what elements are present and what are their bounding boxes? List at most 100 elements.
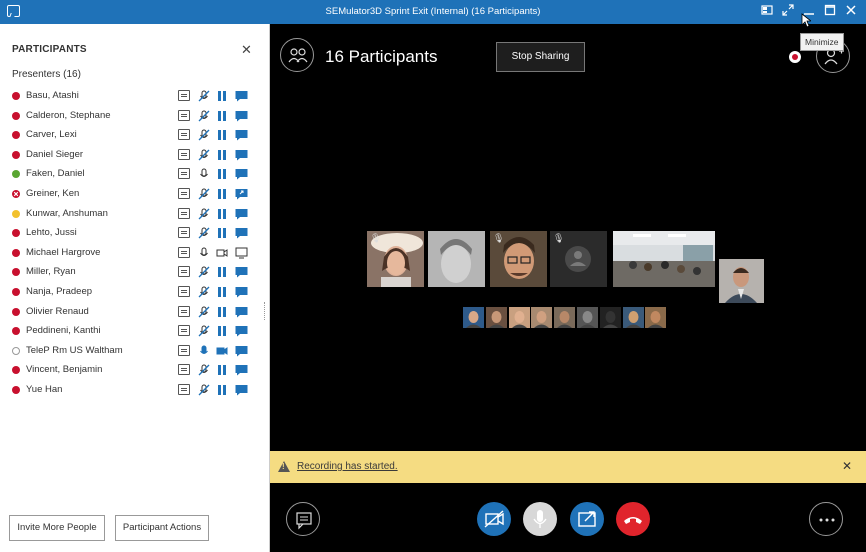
muted-mic-icon[interactable] [198, 90, 210, 102]
im-icon[interactable] [178, 285, 190, 297]
content-sharing-icon[interactable] [235, 306, 248, 318]
muted-mic-icon[interactable] [198, 208, 210, 220]
video-paused-icon[interactable] [216, 208, 228, 219]
participant-row[interactable]: Miller, Ryan [0, 262, 270, 282]
muted-mic-icon[interactable] [198, 266, 210, 278]
content-sharing-icon[interactable] [235, 90, 248, 102]
video-toggle-button[interactable] [477, 502, 511, 536]
fullscreen-icon[interactable] [779, 3, 797, 21]
video-paused-icon[interactable] [216, 90, 228, 101]
camera-icon[interactable] [216, 247, 228, 258]
im-icon[interactable] [178, 305, 190, 317]
im-icon[interactable] [178, 168, 190, 180]
im-icon[interactable] [178, 325, 190, 337]
video-paused-icon[interactable] [216, 306, 228, 317]
participant-row[interactable]: Vincent, Benjamin [0, 360, 270, 380]
im-icon[interactable] [178, 246, 190, 258]
participant-row[interactable]: Kunwar, Anshuman [0, 204, 270, 224]
im-icon[interactable] [178, 383, 190, 395]
participant-row[interactable]: Faken, Daniel [0, 164, 270, 184]
mic-icon[interactable] [198, 168, 210, 179]
im-icon[interactable] [178, 109, 190, 121]
share-content-button[interactable] [570, 502, 604, 536]
content-sharing-icon[interactable] [235, 149, 248, 161]
participant-row[interactable]: Carver, Lexi [0, 125, 270, 145]
video-paused-icon[interactable] [216, 149, 228, 160]
im-icon[interactable] [178, 266, 190, 278]
content-sharing-icon[interactable] [235, 188, 248, 200]
muted-mic-icon[interactable] [198, 149, 210, 161]
participants-icon[interactable] [280, 38, 314, 72]
mic-icon[interactable] [198, 345, 210, 356]
participant-video-tile[interactable]: 🎙 [490, 231, 547, 287]
room-video-tile[interactable] [613, 231, 715, 287]
invite-more-people-button[interactable]: Invite More People [9, 515, 105, 541]
participant-thumbnail[interactable] [622, 307, 644, 328]
im-icon[interactable] [178, 207, 190, 219]
maximize-button[interactable] [821, 3, 839, 21]
participant-video-tile[interactable] [428, 231, 485, 287]
participant-row[interactable]: Basu, Atashi [0, 86, 270, 106]
muted-mic-icon[interactable] [198, 306, 210, 317]
camera-icon[interactable] [216, 345, 228, 356]
muted-mic-icon[interactable] [198, 110, 210, 122]
video-paused-icon[interactable] [216, 384, 228, 395]
video-paused-icon[interactable] [216, 325, 228, 337]
participant-row[interactable]: Daniel Sieger [0, 145, 270, 165]
dismiss-banner-icon[interactable]: ✕ [842, 459, 852, 473]
participant-row[interactable]: Greiner, Ken [0, 184, 270, 204]
content-sharing-icon[interactable] [235, 208, 248, 220]
im-icon[interactable] [178, 187, 190, 199]
content-sharing-icon[interactable] [235, 129, 248, 141]
content-sharing-icon[interactable] [235, 345, 248, 357]
recording-started-link[interactable]: Recording has started. [297, 461, 398, 472]
content-sharing-icon[interactable] [235, 247, 248, 259]
more-options-button[interactable] [809, 502, 843, 536]
mic-icon[interactable] [198, 247, 210, 258]
video-paused-icon[interactable] [216, 227, 228, 239]
muted-mic-icon[interactable] [198, 325, 210, 337]
video-paused-icon[interactable] [216, 129, 228, 141]
participant-actions-button[interactable]: Participant Actions [115, 515, 209, 541]
muted-mic-icon[interactable] [198, 129, 210, 141]
im-icon[interactable] [178, 344, 190, 356]
participant-thumbnail[interactable] [554, 307, 576, 328]
muted-mic-icon[interactable] [198, 364, 210, 376]
hang-up-button[interactable] [616, 502, 650, 536]
conversation-chat-button[interactable] [286, 502, 320, 536]
close-button[interactable] [842, 3, 860, 21]
participant-video-tile[interactable] [719, 259, 764, 303]
im-icon[interactable] [178, 129, 190, 141]
content-sharing-icon[interactable] [235, 110, 248, 122]
presenters-group-label[interactable]: Presenters (16) [12, 69, 81, 80]
participant-row[interactable]: Calderon, Stephane [0, 106, 270, 126]
panel-resize-handle[interactable] [264, 302, 267, 320]
participant-row[interactable]: Lehto, Jussi [0, 223, 270, 243]
video-paused-icon[interactable] [216, 188, 228, 199]
im-icon[interactable] [178, 148, 190, 160]
content-sharing-icon[interactable] [235, 364, 248, 376]
video-paused-icon[interactable] [216, 110, 228, 121]
content-sharing-icon[interactable] [235, 227, 248, 239]
content-sharing-icon[interactable] [235, 384, 248, 396]
close-panel-icon[interactable]: ✕ [241, 42, 252, 58]
im-icon[interactable] [178, 90, 190, 101]
participant-row[interactable]: Nanja, Pradeep [0, 282, 270, 302]
muted-mic-icon[interactable] [198, 188, 210, 200]
participant-thumbnail[interactable] [508, 307, 530, 328]
layout-icon[interactable] [758, 3, 776, 21]
participant-thumbnail[interactable] [599, 307, 621, 328]
im-icon[interactable] [178, 227, 190, 239]
participant-avatar-tile[interactable]: 🎙 [550, 231, 607, 287]
participant-row[interactable]: Olivier Renaud [0, 302, 270, 322]
participant-thumbnail[interactable] [577, 307, 598, 328]
stop-sharing-button[interactable]: Stop Sharing [496, 42, 585, 72]
video-paused-icon[interactable] [216, 266, 228, 278]
muted-mic-icon[interactable] [198, 384, 210, 396]
participant-row[interactable]: Michael Hargrove [0, 243, 270, 263]
participant-row[interactable]: Yue Han [0, 380, 270, 400]
content-sharing-icon[interactable] [235, 168, 248, 180]
content-sharing-icon[interactable] [235, 286, 248, 298]
content-sharing-icon[interactable] [235, 266, 248, 278]
participant-video-tile[interactable]: 🎙 [367, 231, 424, 287]
